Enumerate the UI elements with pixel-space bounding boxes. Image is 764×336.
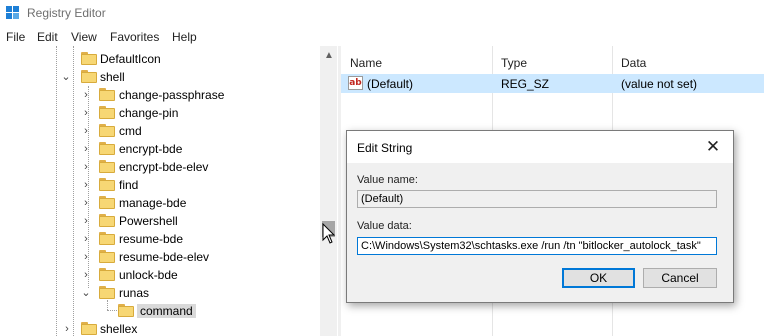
chevron-right-icon[interactable]: › <box>81 107 91 119</box>
column-header-name[interactable]: Name <box>350 56 382 70</box>
list-row-default[interactable]: ab (Default) REG_SZ (value not set) <box>341 74 764 93</box>
edit-string-dialog: Edit String ✕ Value name: (Default) Valu… <box>346 130 734 303</box>
tree-item-change-passphrase[interactable]: › change-passphrase <box>0 86 320 104</box>
tree-item-label: manage-bde <box>119 196 187 210</box>
tree-item-label: find <box>119 178 139 192</box>
column-header-data[interactable]: Data <box>621 56 646 70</box>
value-name: (Default) <box>367 77 414 91</box>
registry-editor-icon <box>6 6 19 19</box>
folder-icon <box>99 249 115 263</box>
tree-item-label: change-passphrase <box>119 88 225 102</box>
chevron-right-icon[interactable]: › <box>81 269 91 281</box>
tree-item-manage-bde[interactable]: › manage-bde <box>0 194 320 212</box>
tree-item-resume-bde-elev[interactable]: › resume-bde-elev <box>0 248 320 266</box>
folder-icon <box>99 159 115 173</box>
tree-item-label: cmd <box>119 124 142 138</box>
folder-icon <box>99 231 115 245</box>
tree-item-change-pin[interactable]: › change-pin <box>0 104 320 122</box>
tree-item-label: command <box>137 304 196 318</box>
folder-icon <box>99 195 115 209</box>
folder-icon <box>99 123 115 137</box>
folder-icon <box>81 69 97 83</box>
title-bar: Registry Editor <box>0 0 764 27</box>
folder-icon <box>99 87 115 101</box>
string-value-icon: ab <box>348 76 363 90</box>
ok-button[interactable]: OK <box>562 268 635 288</box>
scroll-up-arrow-icon[interactable]: ▲ <box>324 50 334 61</box>
menu-help[interactable]: Help <box>172 30 197 44</box>
tree-item-resume-bde[interactable]: › resume-bde <box>0 230 320 248</box>
folder-icon <box>99 105 115 119</box>
dialog-title: Edit String <box>357 141 413 155</box>
tree-scrollbar[interactable]: ▲ <box>320 46 337 336</box>
value-data: (value not set) <box>621 77 698 91</box>
tree-item-label: resume-bde-elev <box>119 250 210 264</box>
menu-favorites[interactable]: Favorites <box>110 30 159 44</box>
tree-item-label: encrypt-bde <box>119 142 183 156</box>
tree-item-encrypt-bde[interactable]: › encrypt-bde <box>0 140 320 158</box>
tree-item-label: shellex <box>100 322 138 336</box>
value-data-label: Value data: <box>357 220 412 232</box>
chevron-right-icon[interactable]: › <box>81 251 91 263</box>
tree-item-shell[interactable]: ⌄ shell <box>0 68 320 86</box>
tree-item-label: resume-bde <box>119 232 184 246</box>
chevron-down-icon[interactable]: ⌄ <box>61 71 71 83</box>
tree-item-label: DefaultIcon <box>100 52 161 66</box>
chevron-down-icon[interactable]: ⌄ <box>81 287 91 299</box>
value-name-label: Value name: <box>357 174 418 186</box>
list-header: Name Type Data <box>341 52 764 72</box>
tree-item-label: change-pin <box>119 106 179 120</box>
chevron-right-icon[interactable]: › <box>81 215 91 227</box>
folder-icon <box>81 51 97 65</box>
value-name-field[interactable]: (Default) <box>357 190 717 208</box>
folder-icon <box>81 321 97 335</box>
folder-icon <box>99 285 115 299</box>
value-type: REG_SZ <box>501 77 550 91</box>
folder-icon <box>99 141 115 155</box>
tree-item-command[interactable]: command <box>0 302 320 320</box>
folder-icon <box>99 177 115 191</box>
close-icon[interactable]: ✕ <box>701 136 725 158</box>
cancel-button[interactable]: Cancel <box>643 268 717 288</box>
folder-icon <box>118 303 134 317</box>
menu-bar: File Edit View Favorites Help <box>0 28 764 47</box>
tree-item-cmd[interactable]: › cmd <box>0 122 320 140</box>
tree-item-shellex[interactable]: › shellex <box>0 320 320 336</box>
tree-item-label: unlock-bde <box>119 268 178 282</box>
chevron-right-icon[interactable]: › <box>62 323 72 335</box>
registry-tree[interactable]: DefaultIcon ⌄ shell › change-passphrase … <box>0 46 338 336</box>
chevron-right-icon[interactable]: › <box>81 125 91 137</box>
chevron-right-icon[interactable]: › <box>81 143 91 155</box>
tree-item-unlock-bde[interactable]: › unlock-bde <box>0 266 320 284</box>
tree-item-label: Powershell <box>119 214 178 228</box>
tree-item-label: runas <box>119 286 150 300</box>
window-title: Registry Editor <box>27 6 106 20</box>
tree-item-powershell[interactable]: › Powershell <box>0 212 320 230</box>
chevron-right-icon[interactable]: › <box>81 89 91 101</box>
mouse-cursor-icon <box>322 223 336 244</box>
chevron-right-icon[interactable]: › <box>81 197 91 209</box>
chevron-right-icon[interactable]: › <box>81 161 91 173</box>
menu-file[interactable]: File <box>6 30 25 44</box>
tree-item-defaulticon[interactable]: DefaultIcon <box>0 50 320 68</box>
chevron-right-icon[interactable]: › <box>81 233 91 245</box>
tree-item-runas[interactable]: ⌄ runas <box>0 284 320 302</box>
folder-icon <box>99 213 115 227</box>
menu-view[interactable]: View <box>71 30 97 44</box>
folder-icon <box>99 267 115 281</box>
chevron-right-icon[interactable]: › <box>81 179 91 191</box>
tree-item-encrypt-bde-elev[interactable]: › encrypt-bde-elev <box>0 158 320 176</box>
tree-item-find[interactable]: › find <box>0 176 320 194</box>
tree-item-label: shell <box>100 70 125 84</box>
tree-item-label: encrypt-bde-elev <box>119 160 209 174</box>
menu-edit[interactable]: Edit <box>37 30 58 44</box>
value-data-field[interactable]: C:\Windows\System32\schtasks.exe /run /t… <box>357 237 717 255</box>
column-header-type[interactable]: Type <box>501 56 527 70</box>
dialog-body: Value name: (Default) Value data: C:\Win… <box>347 163 733 302</box>
